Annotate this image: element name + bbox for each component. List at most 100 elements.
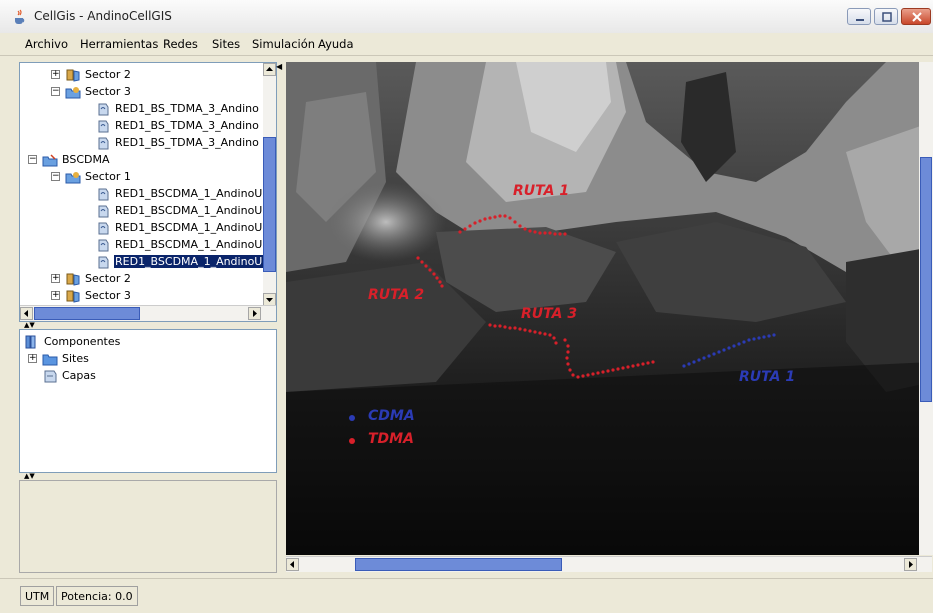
layers-icon — [44, 370, 57, 383]
arrow-up-icon — [266, 67, 273, 71]
scroll-right-arrow[interactable] — [248, 307, 261, 320]
menu-redes[interactable]: Redes — [163, 37, 198, 51]
sector-icon — [66, 273, 80, 286]
tree-node-sites[interactable]: Sites — [42, 350, 90, 367]
arrow-right-icon — [909, 561, 913, 568]
tree-expander-toggle[interactable]: + — [51, 291, 60, 300]
route-1-label: RUTA 1 — [513, 183, 570, 199]
map-horizontal-scrollbar[interactable] — [286, 556, 932, 572]
tree-node[interactable]: RED1_BS_TDMA_3_Andino — [95, 117, 260, 134]
route-2-label: RUTA 2 — [368, 287, 425, 303]
properties-panel — [19, 480, 277, 573]
map-scroll-right-arrow[interactable] — [904, 558, 917, 571]
scroll-left-arrow[interactable] — [20, 307, 33, 320]
close-button[interactable] — [901, 8, 931, 25]
tree-node[interactable]: Sector 2 — [65, 66, 132, 83]
menu-herramientas[interactable]: Herramientas — [80, 37, 158, 51]
status-power: Potencia: 0.0 — [56, 586, 138, 606]
antenna-icon — [98, 205, 109, 218]
tree-vscroll-thumb[interactable] — [263, 137, 276, 272]
tree-node[interactable]: Sector 3 — [65, 287, 132, 304]
legend-tdma-dot — [349, 438, 355, 444]
network-tree[interactable]: + Sector 2 − Sector 3 RED1_BS_TDMA_3_Andino R… — [19, 62, 277, 322]
splitter-handle-2[interactable]: ▲▼ — [24, 472, 35, 480]
tree-node[interactable]: RED1_BSCDMA_1_AndinoU — [95, 185, 263, 202]
map-vertical-scrollbar[interactable] — [919, 62, 933, 555]
splitter-handle-1[interactable]: ▲▼ — [24, 321, 35, 329]
base-station-icon — [42, 154, 58, 167]
map-vscroll-thumb[interactable] — [920, 157, 932, 402]
tree-node-label: Sector 2 — [85, 272, 131, 285]
menu-ayuda[interactable]: Ayuda — [318, 37, 354, 51]
tree-expander-toggle[interactable]: − — [28, 155, 37, 164]
tree-node-label: RED1_BSCDMA_1_AndinoU — [115, 238, 263, 251]
arrow-right-icon — [253, 310, 257, 317]
tree-expander-toggle[interactable]: − — [51, 172, 60, 181]
sector-icon — [66, 290, 80, 303]
tree-node-capas[interactable]: Capas — [42, 367, 97, 384]
tree-node-label: Sector 1 — [85, 170, 131, 183]
antenna-icon — [98, 120, 109, 133]
terrain-map — [286, 62, 932, 555]
maximize-button[interactable] — [874, 8, 898, 25]
tree-node-label: RED1_BSCDMA_1_AndinoU — [115, 221, 263, 234]
window-title: CellGis - AndinoCellGIS — [34, 9, 172, 23]
map-canvas[interactable] — [286, 62, 932, 555]
tree-vertical-scrollbar[interactable] — [263, 63, 276, 306]
antenna-icon — [98, 222, 109, 235]
tree-node[interactable]: RED1_BS_TDMA_3_Andino — [95, 134, 260, 151]
arrow-left-icon — [24, 310, 28, 317]
tree-node[interactable]: RED1_BSCDMA_1_AndinoU — [95, 253, 264, 270]
sector-open-icon — [65, 87, 81, 99]
antenna-icon — [98, 239, 109, 252]
tree-expander-toggle[interactable]: + — [51, 274, 60, 283]
map-scroll-left-arrow[interactable] — [286, 558, 299, 571]
tree-node[interactable]: Sector 1 — [65, 168, 132, 185]
route-1-blue-label: RUTA 1 — [739, 369, 796, 385]
sites-label: Sites — [62, 352, 89, 365]
sector-open-icon — [65, 172, 81, 184]
close-icon — [912, 12, 922, 22]
map-hscroll-thumb[interactable] — [355, 558, 562, 571]
tree-node-label: BSCDMA — [62, 153, 110, 166]
tree-node[interactable]: Sector 3 — [65, 83, 132, 100]
menu-sites[interactable]: Sites — [212, 37, 240, 51]
status-coord-system: UTM — [20, 586, 55, 606]
tree-hscroll-thumb[interactable] — [34, 307, 140, 320]
scroll-up-arrow[interactable] — [263, 63, 276, 76]
tree-node[interactable]: RED1_BSCDMA_1_AndinoU — [95, 236, 263, 253]
tree-node-componentes[interactable]: Componentes — [24, 333, 121, 350]
tree-node[interactable]: Sector 2 — [65, 270, 132, 287]
tree-node[interactable]: RED1_BSCDMA_1_AndinoU — [95, 202, 263, 219]
tree-node-label: RED1_BS_TDMA_3_Andino — [115, 119, 259, 132]
tree-expander-toggle[interactable]: − — [51, 87, 60, 96]
tree-node-label: RED1_BS_TDMA_3_Andino — [115, 102, 259, 115]
legend-cdma-dot — [349, 415, 355, 421]
antenna-icon — [98, 256, 109, 269]
components-tree[interactable]: Componentes + Sites Capas — [19, 329, 277, 473]
components-root-label: Componentes — [44, 335, 121, 348]
sector-icon — [66, 69, 80, 82]
route-3-label: RUTA 3 — [521, 306, 578, 322]
tree-node-label: Sector 3 — [85, 289, 131, 302]
title-bar: CellGis - AndinoCellGIS — [0, 0, 933, 34]
legend-cdma-label: CDMA — [368, 408, 415, 424]
antenna-icon — [98, 188, 109, 201]
arrow-left-icon — [290, 561, 294, 568]
minimize-button[interactable] — [847, 8, 871, 25]
tree-node-label: Sector 2 — [85, 68, 131, 81]
expand-sites-toggle[interactable]: + — [28, 354, 37, 363]
maximize-icon — [882, 12, 892, 22]
menu-archivo[interactable]: Archivo — [25, 37, 68, 51]
tree-horizontal-scrollbar[interactable] — [20, 305, 276, 321]
map-splitter-handle[interactable]: ◀ — [276, 62, 282, 71]
minimize-icon — [856, 19, 864, 21]
tree-node[interactable]: RED1_BSCDMA_1_AndinoU — [95, 219, 263, 236]
tree-node[interactable]: RED1_BS_TDMA_3_Andino — [95, 100, 260, 117]
components-icon — [25, 335, 36, 349]
tree-node-label: RED1_BS_TDMA_3_Andino — [115, 136, 259, 149]
capas-label: Capas — [62, 369, 96, 382]
tree-expander-toggle[interactable]: + — [51, 70, 60, 79]
tree-node[interactable]: BSCDMA — [42, 151, 111, 168]
menu-simulacion[interactable]: Simulación — [252, 37, 315, 51]
